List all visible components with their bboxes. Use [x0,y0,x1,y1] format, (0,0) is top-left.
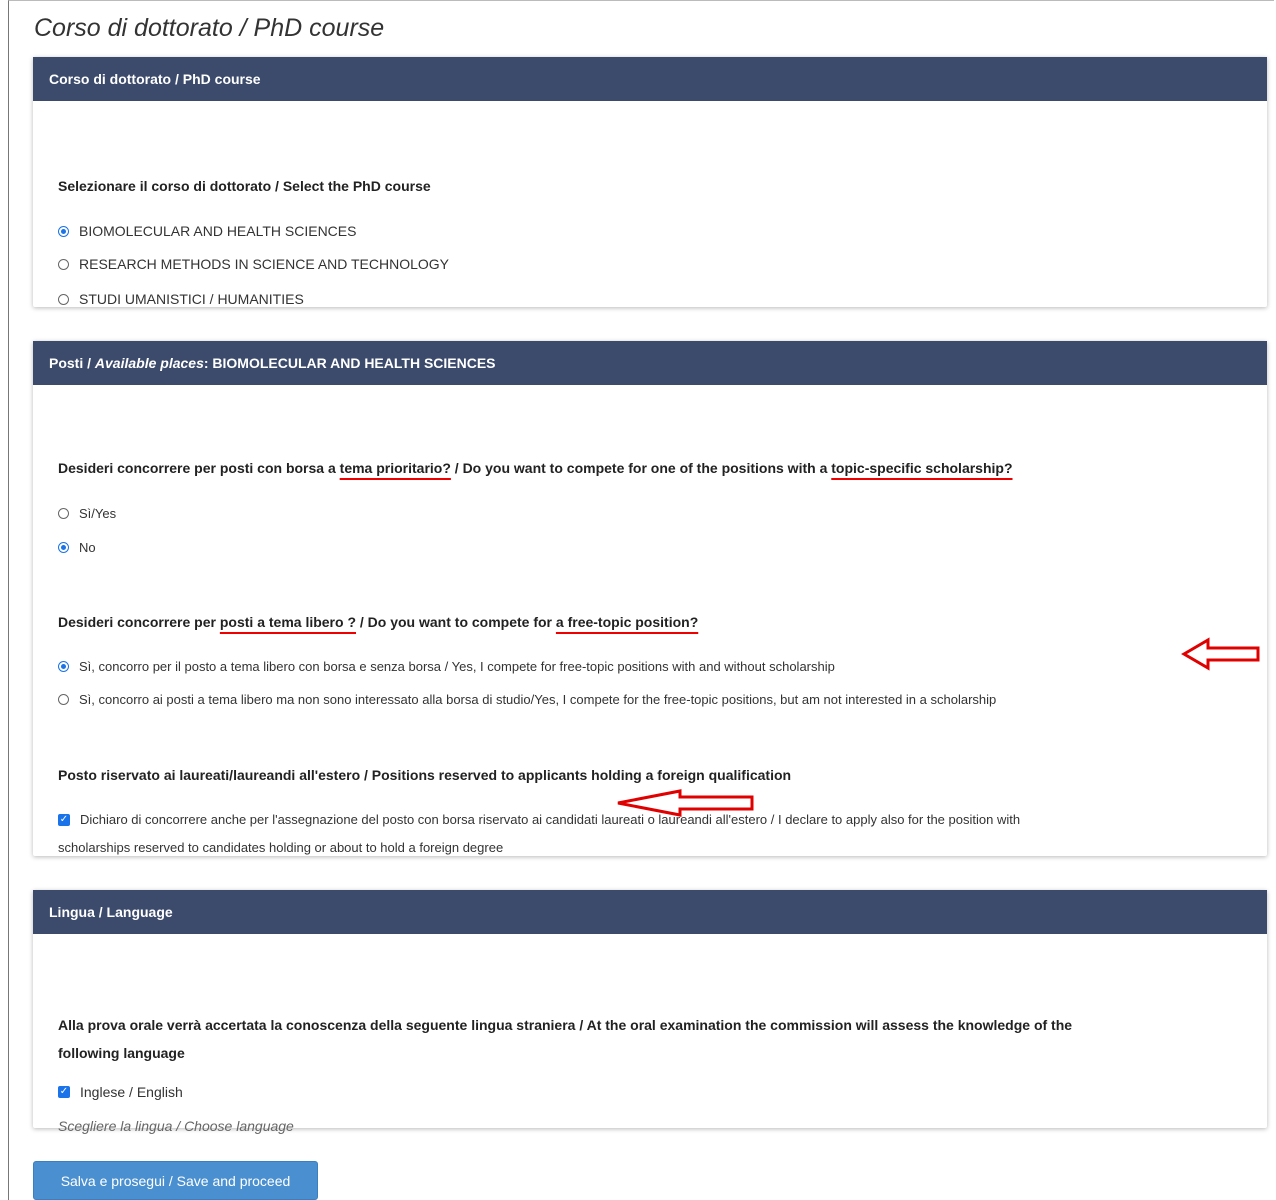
left-arrow-annotation-icon [1181,637,1260,671]
free-topic-question: Desideri concorrere per posti a tema lib… [58,614,699,630]
language-panel-header: Lingua / Language [33,890,1267,934]
free-topic-option-with-scholarship[interactable]: Sì, concorro per il posto a tema libero … [58,659,835,674]
course-option-research-methods[interactable]: RESEARCH METHODS IN SCIENCE AND TECHNOLO… [58,256,449,272]
free-topic-option-no-scholarship[interactable]: Sì, concorro ai posti a tema libero ma n… [58,692,996,707]
radio-icon[interactable] [58,694,69,705]
checkbox-checked-icon[interactable]: ✓ [58,813,70,826]
radio-icon[interactable] [58,258,69,270]
save-and-proceed-button[interactable]: Salva e prosegui / Save and proceed [33,1161,318,1200]
language-option-english[interactable]: ✓ Inglese / English [58,1084,183,1100]
radio-selected-icon[interactable] [58,225,69,237]
topic-specific-option-no[interactable]: No [58,540,96,555]
radio-selected-icon[interactable] [58,661,69,672]
radio-icon[interactable] [58,508,69,519]
course-question: Selezionare il corso di dottorato / Sele… [58,178,431,194]
course-option-humanities[interactable]: STUDI UMANISTICI / HUMANITIES [58,291,304,307]
language-question: Alla prova orale verrà accertata la cono… [58,1017,1073,1061]
places-panel-header: Posti / Available places: BIOMOLECULAR A… [33,341,1267,385]
places-panel: Posti / Available places: BIOMOLECULAR A… [33,341,1267,856]
topic-specific-question: Desideri concorrere per posti con borsa … [58,460,1013,476]
foreign-qualification-checkbox-text: scholarships reserved to candidates hold… [58,840,504,855]
course-panel-header: Corso di dottorato / PhD course [33,57,1267,101]
foreign-qualification-question: Posto riservato ai laureati/laureandi al… [58,767,792,783]
radio-selected-icon[interactable] [58,542,69,553]
course-option-biomolecular[interactable]: BIOMOLECULAR AND HEALTH SCIENCES [58,223,356,239]
foreign-qualification-checkbox[interactable]: ✓ Dichiaro di concorrere anche per l'ass… [58,812,1020,827]
radio-icon[interactable] [58,293,69,305]
language-hint: Scegliere la lingua / Choose language [58,1118,294,1134]
language-panel: Lingua / Language Alla prova orale verrà… [33,890,1267,1134]
page-title: Corso di dottorato / PhD course [34,14,385,42]
checkbox-checked-icon[interactable]: ✓ [58,1086,70,1098]
topic-specific-option-yes[interactable]: Sì/Yes [58,506,116,521]
left-arrow-annotation-icon [617,789,754,817]
course-panel: Corso di dottorato / PhD course Selezion… [33,57,1267,307]
